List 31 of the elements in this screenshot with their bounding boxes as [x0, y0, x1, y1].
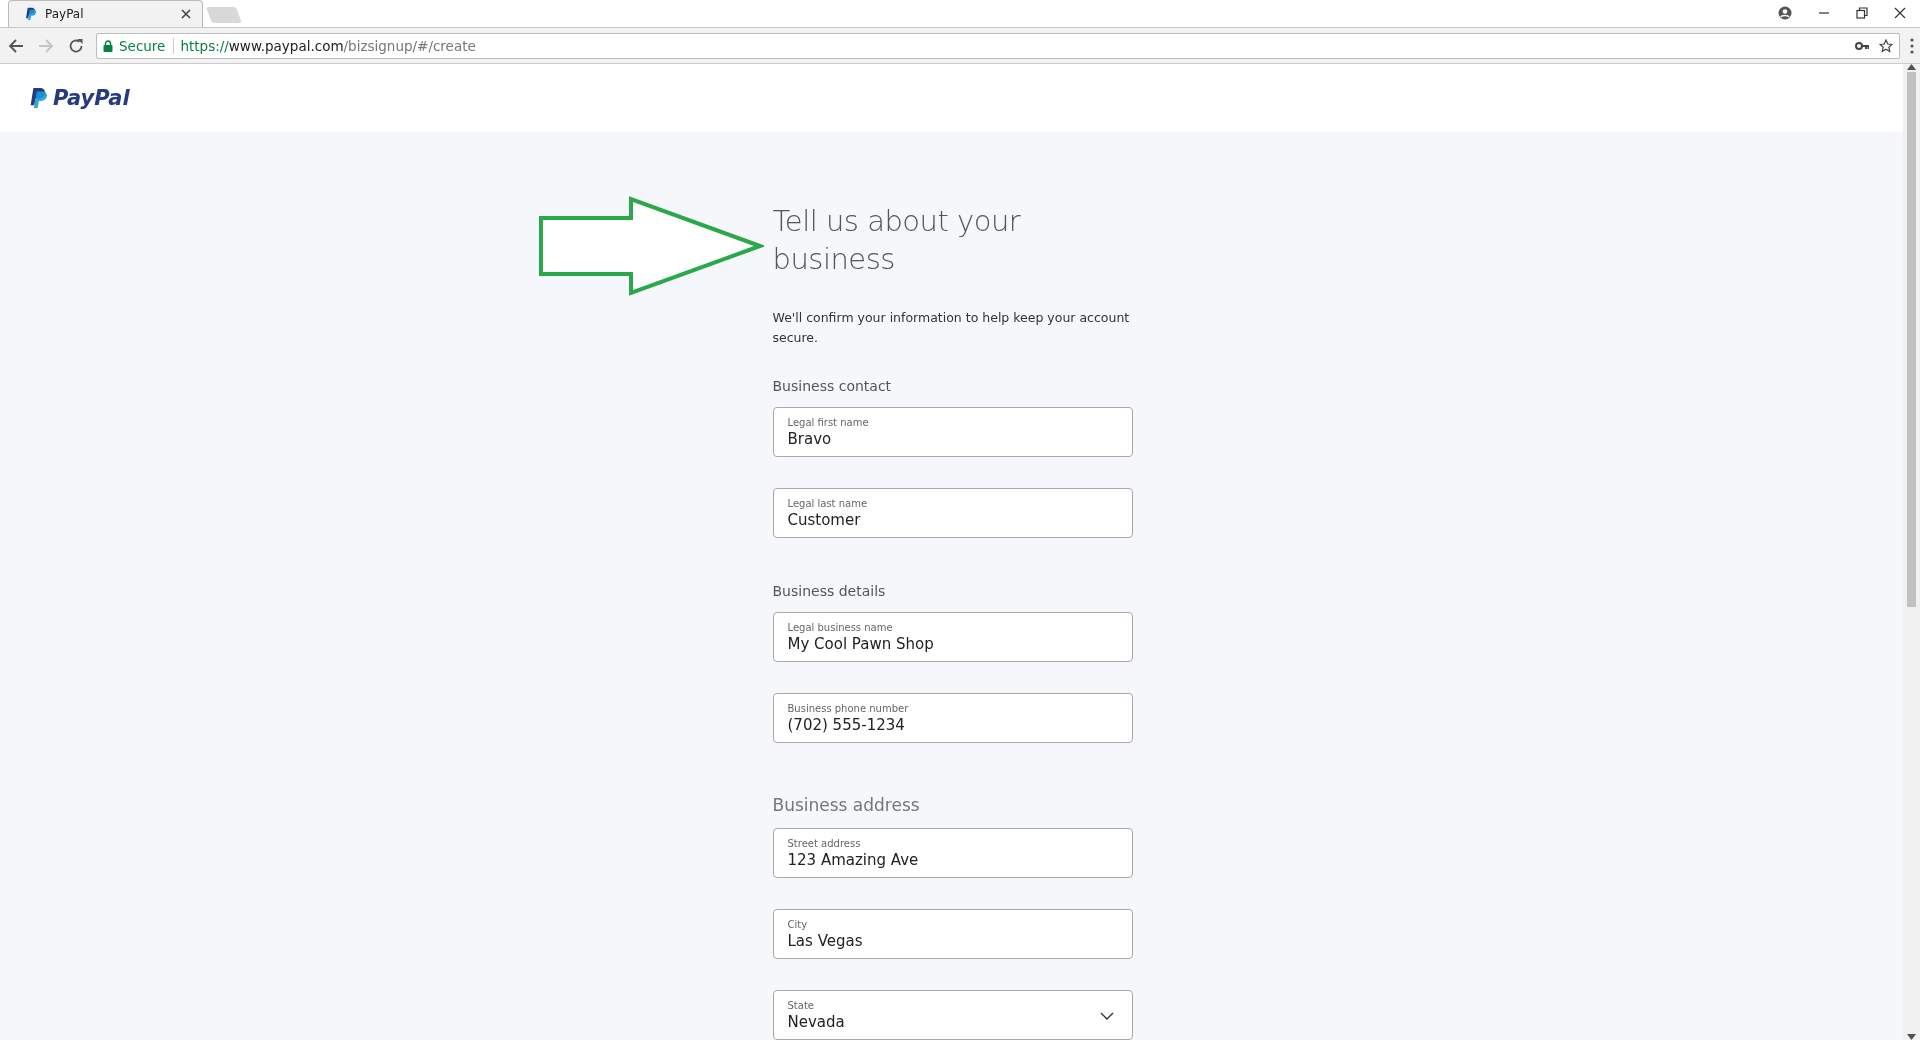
chevron-down-icon	[1099, 1011, 1114, 1021]
url-text: https://www.paypal.com/bizsignup/#/create	[180, 37, 476, 54]
page-heading: Tell us about your business	[772, 203, 1022, 278]
input-field[interactable]: Business phone number (702) 555-1234	[772, 693, 1133, 743]
menu-icon[interactable]	[1910, 37, 1914, 54]
section-title: Business address	[772, 795, 921, 815]
reload-icon[interactable]	[68, 37, 84, 54]
description-text: We'll confirm your information to help keep your account secure.	[772, 309, 1131, 347]
input-field[interactable]: City Las Vegas	[772, 909, 1133, 959]
security-label: Secure	[119, 37, 175, 54]
input-field[interactable]: Legal business name My Cool Pawn Shop	[772, 612, 1133, 662]
state-dropdown[interactable]: State Nevada	[772, 990, 1133, 1040]
input-field[interactable]: Legal first name Bravo	[772, 407, 1133, 457]
paypal-logo[interactable]: PayPal	[29, 86, 130, 110]
close-icon[interactable]	[1894, 7, 1906, 19]
restore-icon[interactable]	[1856, 7, 1868, 19]
address-bar[interactable]: Secure https://www.paypal.com/bizsignup/#/create	[96, 32, 1900, 59]
browser-tab[interactable]: PayPal	[8, 0, 203, 27]
close-icon[interactable]	[180, 8, 192, 20]
key-icon[interactable]	[1855, 40, 1869, 51]
paypal-mark-icon	[29, 87, 47, 109]
input-field[interactable]: Street address 123 Amazing Ave	[772, 828, 1133, 878]
star-icon[interactable]	[1879, 38, 1893, 53]
section-title: Business details	[772, 583, 887, 599]
lock-icon	[103, 39, 113, 52]
profile-icon[interactable]	[1778, 6, 1792, 20]
paypal-logo-icon	[25, 7, 37, 21]
input-field[interactable]: Legal last name Customer	[772, 488, 1133, 538]
section-title: Business contact	[772, 378, 893, 394]
back-arrow-icon[interactable]	[8, 37, 24, 54]
scroll-down-icon[interactable]	[1907, 1034, 1916, 1040]
